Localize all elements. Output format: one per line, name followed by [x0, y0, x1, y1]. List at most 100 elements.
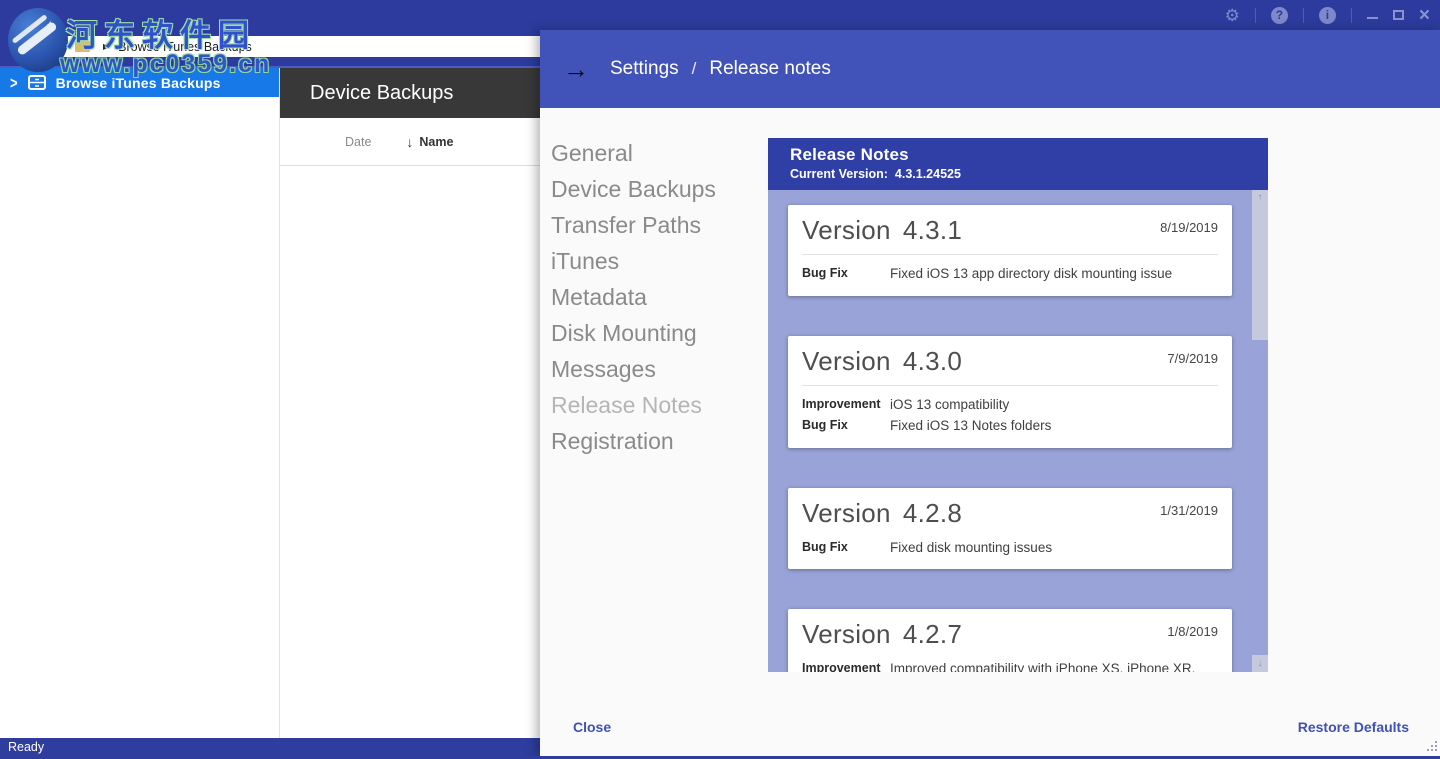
- scroll-up-icon[interactable]: ↑: [1252, 192, 1268, 203]
- release-card-head: Version 4.3.1 8/19/2019: [802, 215, 1218, 246]
- current-version-label: Current Version:: [790, 167, 888, 181]
- release-card: Version4.3.0 7/9/2019 ImprovementiOS 13 …: [788, 336, 1232, 448]
- release-version: 4.2.8: [903, 498, 962, 528]
- backups-drawer-icon: [28, 75, 46, 90]
- chevron-right-icon[interactable]: >: [10, 73, 18, 93]
- column-header-name[interactable]: ↓ Name: [406, 134, 453, 150]
- release-notes-rows: ImprovementImproved compatibility with i…: [802, 661, 1218, 672]
- release-date: 1/8/2019: [1167, 624, 1218, 639]
- restore-defaults-button[interactable]: Restore Defaults: [1298, 719, 1409, 735]
- maximize-icon[interactable]: [1393, 10, 1404, 20]
- settings-gear-icon[interactable]: ⚙: [1225, 7, 1240, 24]
- release-note-row: Bug FixFixed iOS 13 app directory disk m…: [802, 266, 1218, 282]
- release-version: 4.3.0: [903, 346, 962, 376]
- note-type: Bug Fix: [802, 266, 890, 282]
- titlebar-separator: [1351, 8, 1352, 23]
- release-card-head: Version4.3.0 7/9/2019: [802, 346, 1218, 377]
- settings-nav-item[interactable]: Registration: [551, 423, 716, 459]
- release-version-label: Version: [802, 346, 891, 376]
- release-card: Version 4.2.8 1/31/2019 Bug FixFixed disk…: [788, 488, 1232, 570]
- settings-nav-item[interactable]: Device Backups: [551, 171, 716, 207]
- release-list: Version4.3.1 8/19/2019 Bug FixFixed iOS …: [768, 190, 1268, 672]
- settings-subtitle: Release notes: [709, 58, 830, 80]
- breadcrumb[interactable]: ▶ Browse iTunes Backups: [62, 36, 540, 57]
- settings-nav-item[interactable]: Metadata: [551, 279, 716, 315]
- release-note-row: ImprovementImproved compatibility with i…: [802, 661, 1218, 672]
- current-version-value: 4.3.1.24525: [895, 167, 961, 181]
- release-card-title: Version 4.3.1: [802, 215, 962, 246]
- release-notes-rows: ImprovementiOS 13 compatibility Bug FixFi…: [802, 397, 1218, 434]
- titlebar: ⚙ ? i ×: [0, 0, 1440, 30]
- release-version-label: Version: [802, 215, 891, 245]
- sort-descending-icon: ↓: [406, 134, 413, 150]
- device-backups-title: Device Backups: [280, 68, 540, 118]
- titlebar-separator: [1255, 8, 1256, 23]
- release-note-row: Bug FixFixed disk mounting issues: [802, 540, 1218, 556]
- release-notes-title: Release Notes: [790, 145, 1268, 165]
- resize-grip[interactable]: [1425, 739, 1437, 751]
- current-version-line: Current Version: 4.3.1.24525: [790, 167, 1268, 181]
- close-icon[interactable]: ×: [1419, 6, 1430, 25]
- release-date: 1/31/2019: [1160, 503, 1218, 518]
- release-version: 4.3.1: [903, 215, 962, 245]
- settings-footer: Close Restore Defaults: [540, 698, 1440, 756]
- settings-nav-item[interactable]: Disk Mounting: [551, 315, 716, 351]
- breadcrumb-expander-icon[interactable]: ▶: [103, 42, 109, 51]
- note-text: Fixed iOS 13 Notes folders: [890, 418, 1051, 434]
- scroll-down-icon[interactable]: ↓: [1252, 655, 1268, 672]
- release-version-label: Version: [802, 619, 891, 649]
- settings-dialog: → Settings / Release notes GeneralDevice…: [540, 30, 1440, 756]
- release-date: 8/19/2019: [1160, 220, 1218, 235]
- settings-nav-item[interactable]: General: [551, 135, 716, 171]
- settings-nav-item[interactable]: Messages: [551, 351, 716, 387]
- note-type: Bug Fix: [802, 418, 890, 434]
- release-card-title: Version 4.2.8: [802, 498, 962, 529]
- scrollbar-thumb[interactable]: ↑: [1252, 190, 1268, 340]
- help-icon[interactable]: ?: [1271, 7, 1288, 24]
- note-type: Improvement: [802, 397, 890, 413]
- note-text: Fixed disk mounting issues: [890, 540, 1052, 556]
- release-card-head: Version 4.2.7 1/8/2019: [802, 619, 1218, 650]
- settings-nav-item[interactable]: iTunes: [551, 243, 716, 279]
- sidebar: > Browse iTunes Backups: [0, 68, 280, 738]
- sidebar-item-browse-itunes-backups[interactable]: > Browse iTunes Backups: [0, 68, 279, 97]
- breadcrumb-label[interactable]: Browse iTunes Backups: [118, 40, 252, 54]
- release-note-row: Bug FixFixed iOS 13 Notes folders: [802, 418, 1218, 434]
- release-card: Version 4.2.7 1/8/2019 ImprovementImprove…: [788, 609, 1232, 672]
- settings-nav: GeneralDevice BackupsTransfer PathsiTune…: [551, 135, 716, 459]
- release-notes-panel: Release Notes Current Version: 4.3.1.245…: [768, 138, 1268, 672]
- app-window: ⚙ ? i × ▶ Browse iTunes Backups >: [0, 0, 1440, 759]
- release-note-row: ImprovementiOS 13 compatibility: [802, 397, 1218, 413]
- note-type: Improvement: [802, 661, 890, 672]
- folder-icon: [75, 41, 90, 52]
- release-notes-body: Version4.3.1 8/19/2019 Bug FixFixed iOS …: [768, 190, 1268, 672]
- status-text: Ready: [8, 740, 44, 754]
- settings-nav-item[interactable]: Transfer Paths: [551, 207, 716, 243]
- status-bar: Ready: [0, 738, 540, 756]
- release-notes-rows: Bug FixFixed disk mounting issues: [802, 540, 1218, 556]
- release-notes-header: Release Notes Current Version: 4.3.1.245…: [768, 138, 1268, 190]
- release-notes-rows: Bug FixFixed iOS 13 app directory disk m…: [802, 266, 1218, 282]
- release-version: 4.2.7: [903, 619, 962, 649]
- close-button[interactable]: Close: [573, 719, 611, 735]
- release-card-title: Version 4.2.7: [802, 619, 962, 650]
- scrollbar[interactable]: ↑ ↓: [1252, 190, 1268, 672]
- release-card-head: Version 4.2.8 1/31/2019: [802, 498, 1218, 529]
- sidebar-item-label: Browse iTunes Backups: [56, 75, 221, 91]
- settings-title: Settings: [610, 58, 679, 80]
- device-backups-panel: Device Backups Date ↓ Name: [280, 68, 540, 738]
- info-icon[interactable]: i: [1319, 7, 1336, 24]
- release-version-label: Version: [802, 498, 891, 528]
- release-card: Version 4.3.1 8/19/2019 Bug FixFixed iOS …: [788, 205, 1232, 296]
- column-header-date[interactable]: Date: [345, 135, 371, 149]
- minimize-icon[interactable]: [1367, 17, 1378, 19]
- settings-nav-item[interactable]: Release Notes: [551, 387, 716, 423]
- note-text: Improved compatibility with iPhone XS, i…: [890, 661, 1218, 672]
- titlebar-separator: [1303, 8, 1304, 23]
- settings-header: → Settings / Release notes: [540, 30, 1440, 108]
- release-card-title: Version 4.3.0: [802, 346, 962, 377]
- back-arrow-icon[interactable]: →: [563, 56, 589, 82]
- release-divider: [802, 254, 1218, 255]
- table-header: Date ↓ Name: [280, 118, 540, 166]
- release-divider: [802, 385, 1218, 386]
